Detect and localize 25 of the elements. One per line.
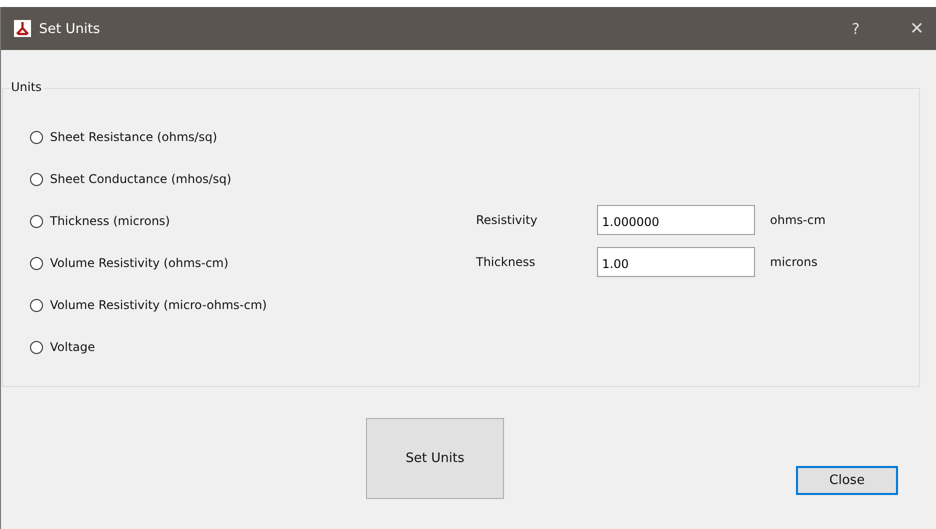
radio-option[interactable]: Thickness (microns) [30, 211, 450, 231]
radio-option[interactable]: Volume Resistivity (ohms-cm) [30, 253, 450, 273]
radio-label: Sheet Resistance (ohms/sq) [50, 130, 218, 144]
field-label: Thickness [476, 255, 536, 269]
help-button[interactable]: ? [852, 20, 860, 38]
group-title: Units [11, 80, 44, 94]
radio-option[interactable]: Voltage [30, 337, 450, 357]
unit-label: ohms-cm [770, 213, 826, 227]
radio-option[interactable]: Sheet Resistance (ohms/sq) [30, 127, 450, 147]
radio-label: Volume Resistivity (ohms-cm) [50, 256, 228, 270]
radio-label: Thickness (microns) [50, 214, 170, 228]
set-units-button[interactable]: Set Units [366, 418, 504, 499]
radio-option[interactable]: Sheet Conductance (mhos/sq) [30, 169, 450, 189]
radio-label: Voltage [50, 340, 96, 354]
app-icon [14, 20, 31, 37]
close-button[interactable]: ✕ [910, 18, 924, 38]
input-field[interactable]: 1.000000 [597, 205, 755, 235]
unit-label: microns [770, 255, 818, 269]
radio-label: Volume Resistivity (micro-ohms-cm) [50, 298, 267, 312]
input-field[interactable]: 1.00 [597, 247, 755, 277]
window-title: Set Units [39, 20, 101, 36]
close-dialog-button[interactable]: Close [796, 466, 898, 495]
field-label: Resistivity [476, 213, 538, 227]
radio-label: Sheet Conductance (mhos/sq) [50, 172, 232, 186]
radio-option[interactable]: Volume Resistivity (micro-ohms-cm) [30, 295, 450, 315]
